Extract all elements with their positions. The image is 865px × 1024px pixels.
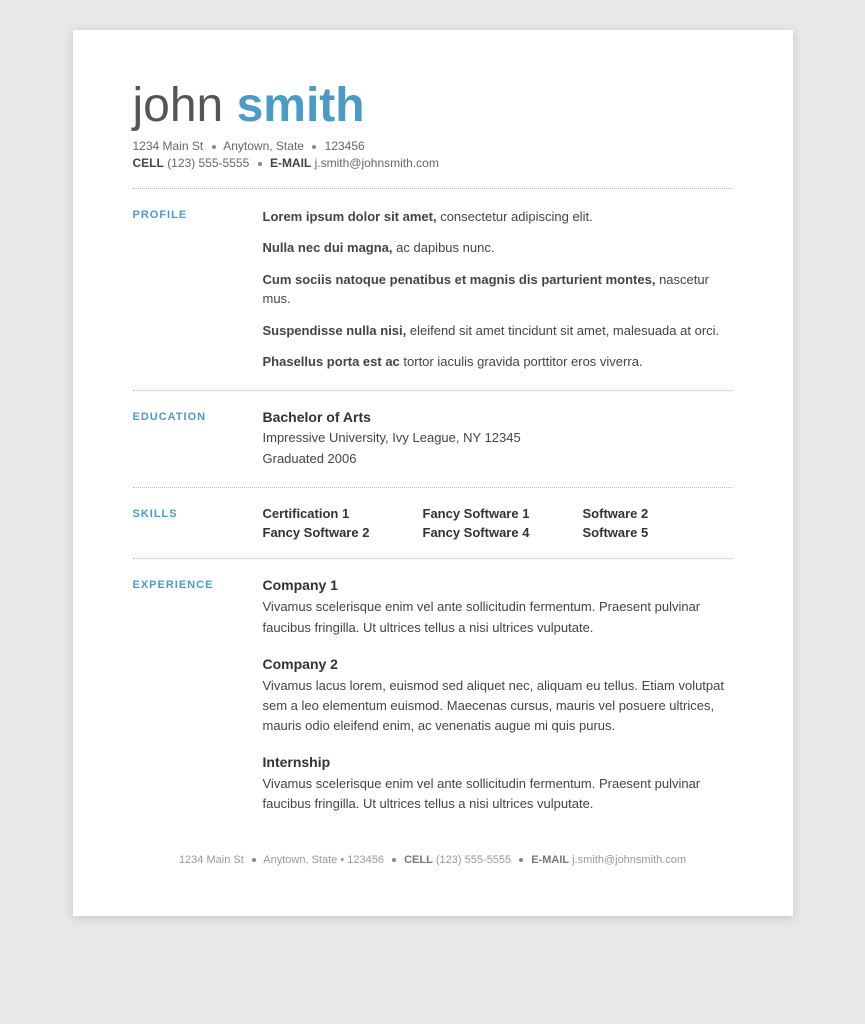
resume-header: john smith 1234 Main St Anytown, State 1… (133, 80, 733, 170)
profile-para-4: Suspendisse nulla nisi, eleifend sit ame… (263, 321, 733, 341)
divider-header (133, 188, 733, 189)
skill-6: Software 5 (583, 525, 743, 540)
last-name: smith (237, 79, 365, 132)
divider-education (133, 487, 733, 488)
exp-entry-1: Company 1 Vivamus scelerisque enim vel a… (263, 577, 733, 637)
resume-footer: 1234 Main St Anytown, State • 123456 CEL… (133, 854, 733, 866)
skills-section: SKILLS Certification 1 Fancy Software 1 … (133, 506, 733, 540)
skills-content: Certification 1 Fancy Software 1 Softwar… (263, 506, 743, 540)
experience-label: EXPERIENCE (133, 577, 263, 814)
footer-address: 1234 Main St (179, 854, 244, 866)
profile-para-3: Cum sociis natoque penatibus et magnis d… (263, 270, 733, 309)
footer-city-state: Anytown, State • 123456 (263, 854, 384, 866)
exp-company-2: Company 2 (263, 656, 733, 672)
edu-university: Impressive University, Ivy League, NY 12… (263, 428, 733, 449)
experience-content: Company 1 Vivamus scelerisque enim vel a… (263, 577, 733, 814)
education-content: Bachelor of Arts Impressive University, … (263, 409, 733, 470)
skill-1: Certification 1 (263, 506, 423, 521)
profile-para-2: Nulla nec dui magna, ac dapibus nunc. (263, 238, 733, 258)
divider-skills (133, 558, 733, 559)
education-label: EDUCATION (133, 409, 263, 470)
footer-email-label: E-MAIL (531, 854, 569, 866)
divider-profile (133, 390, 733, 391)
edu-graduated: Graduated 2006 (263, 449, 733, 470)
exp-desc-2: Vivamus lacus lorem, euismod sed aliquet… (263, 676, 733, 736)
exp-company-1: Company 1 (263, 577, 733, 593)
first-name: john (133, 79, 224, 132)
experience-section: EXPERIENCE Company 1 Vivamus scelerisque… (133, 577, 733, 814)
skill-5: Fancy Software 4 (423, 525, 583, 540)
header-contact: CELL (123) 555-5555 E-MAIL j.smith@johns… (133, 156, 733, 170)
footer-cell-label: CELL (404, 854, 433, 866)
skill-3: Software 2 (583, 506, 743, 521)
skills-label: SKILLS (133, 506, 263, 540)
header-address: 1234 Main St Anytown, State 123456 (133, 139, 733, 153)
exp-desc-3: Vivamus scelerisque enim vel ante sollic… (263, 774, 733, 814)
edu-degree: Bachelor of Arts (263, 409, 733, 425)
profile-para-5: Phasellus porta est ac tortor iaculis gr… (263, 352, 733, 372)
profile-content: Lorem ipsum dolor sit amet, consectetur … (263, 207, 733, 372)
profile-label: PROFILE (133, 207, 263, 372)
exp-desc-1: Vivamus scelerisque enim vel ante sollic… (263, 597, 733, 637)
skill-4: Fancy Software 2 (263, 525, 423, 540)
exp-company-3: Internship (263, 754, 733, 770)
education-section: EDUCATION Bachelor of Arts Impressive Un… (133, 409, 733, 470)
footer-email: j.smith@johnsmith.com (572, 854, 686, 866)
profile-section: PROFILE Lorem ipsum dolor sit amet, cons… (133, 207, 733, 372)
resume-page: john smith 1234 Main St Anytown, State 1… (73, 30, 793, 916)
profile-para-1: Lorem ipsum dolor sit amet, consectetur … (263, 207, 733, 227)
exp-entry-3: Internship Vivamus scelerisque enim vel … (263, 754, 733, 814)
exp-entry-2: Company 2 Vivamus lacus lorem, euismod s… (263, 656, 733, 736)
skill-2: Fancy Software 1 (423, 506, 583, 521)
header-name: john smith (133, 80, 733, 133)
footer-cell: (123) 555-5555 (436, 854, 511, 866)
skills-grid: Certification 1 Fancy Software 1 Softwar… (263, 506, 743, 540)
